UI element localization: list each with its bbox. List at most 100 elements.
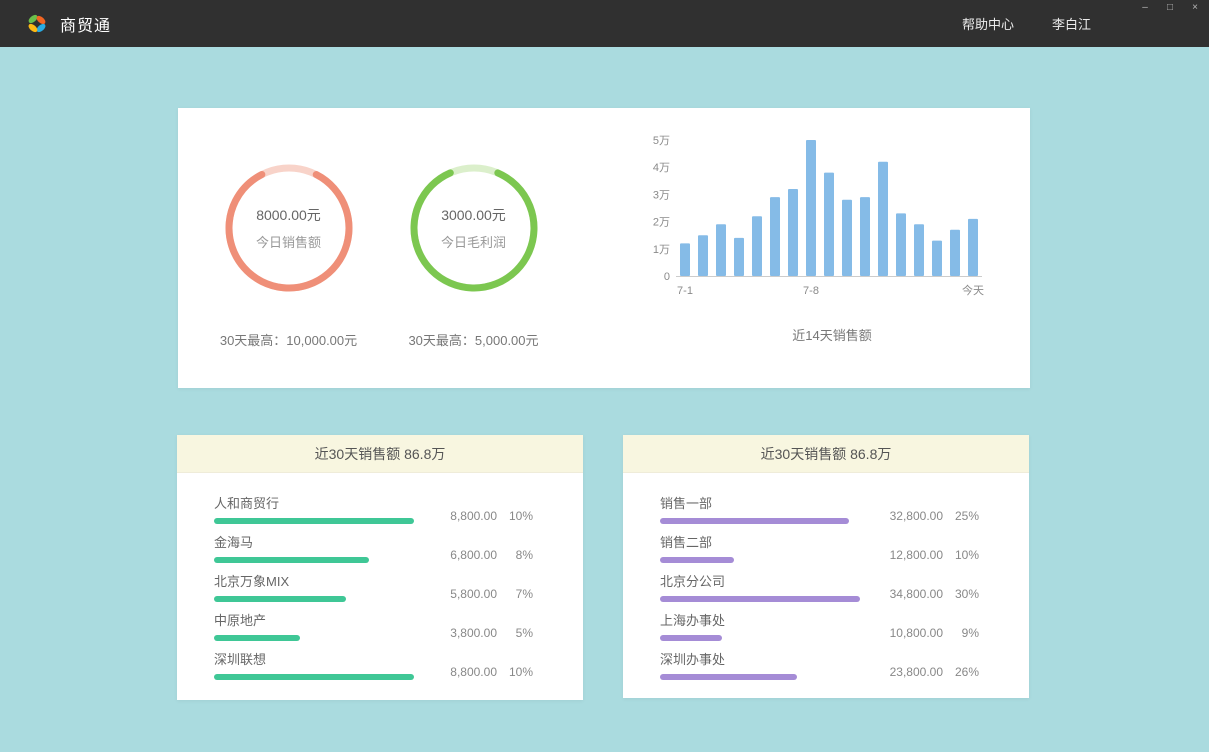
rank-value: 5,800.00 7%	[401, 587, 533, 602]
rank-label: 人和商贸行	[214, 495, 414, 512]
trend-bar	[734, 238, 744, 276]
rank-label: 北京分公司	[660, 573, 860, 590]
help-center-link[interactable]: 帮助中心	[962, 14, 1014, 33]
today-sales-value: 8000.00元	[256, 205, 321, 225]
overview-card: 8000.00元 今日销售额 30天最高：10,000.00元 3000.00元…	[178, 108, 1030, 388]
rank-amount: 12,800.00	[861, 548, 943, 562]
rank-amount: 23,800.00	[861, 665, 943, 679]
sales-trend-chart: 5万4万3万2万1万07-17-8今天	[636, 134, 988, 304]
trend-bar	[878, 162, 888, 276]
rank-bar	[214, 674, 414, 680]
rank-percent: 26%	[943, 665, 979, 679]
ranking-card-title: 近30天销售额 86.8万	[623, 435, 1029, 473]
rank-amount: 34,800.00	[874, 587, 943, 601]
rank-bar	[660, 674, 797, 680]
rank-label: 销售二部	[660, 534, 847, 551]
list-item: 上海办事处 10,800.00 9%	[660, 612, 979, 641]
rank-amount: 10,800.00	[861, 626, 943, 640]
titlebar: 商贸通 帮助中心 李白江 – □ ×	[0, 0, 1209, 47]
rank-value: 8,800.00 10%	[414, 665, 533, 680]
donut-center-text: 8000.00元 今日销售额	[219, 158, 359, 298]
today-profit-value: 3000.00元	[441, 205, 506, 225]
rank-bar	[660, 518, 849, 524]
rank-percent: 7%	[497, 587, 533, 601]
sales-trend-caption: 近14天销售额	[656, 325, 1008, 344]
rank-bar	[660, 596, 860, 602]
ranking-list: 销售一部 32,800.00 25% 销售二部 12,800.00 10% 北京…	[623, 473, 1029, 680]
close-icon[interactable]: ×	[1189, 2, 1201, 14]
customer-sales-ranking-card: 近30天销售额 86.8万 人和商贸行 8,800.00 10% 金海马 6,8…	[177, 435, 583, 700]
rank-label: 深圳联想	[214, 651, 414, 668]
list-item: 销售一部 32,800.00 25%	[660, 495, 979, 524]
trend-bar	[968, 219, 978, 276]
ranking-card-title: 近30天销售额 86.8万	[177, 435, 583, 473]
list-item: 销售二部 12,800.00 10%	[660, 534, 979, 563]
rank-percent: 10%	[497, 665, 533, 679]
user-menu[interactable]: 李白江	[1052, 14, 1091, 33]
trend-bar	[914, 224, 924, 276]
titlebar-menu: 帮助中心 李白江	[962, 14, 1209, 33]
rank-percent: 8%	[497, 548, 533, 562]
rank-percent: 10%	[943, 548, 979, 562]
ranking-list: 人和商贸行 8,800.00 10% 金海马 6,800.00 8% 北京万象M…	[177, 473, 583, 680]
list-item: 北京万象MIX 5,800.00 7%	[214, 573, 533, 602]
today-sales-donut-block: 8000.00元 今日销售额 30天最高：10,000.00元	[196, 158, 381, 388]
today-sales-max: 30天最高：10,000.00元	[196, 330, 381, 349]
rank-amount: 5,800.00	[415, 587, 497, 601]
rank-bar	[660, 557, 734, 563]
y-axis-tick-label: 1万	[653, 244, 670, 256]
rank-bar	[214, 557, 369, 563]
trend-bar	[698, 235, 708, 276]
donut-center-text: 3000.00元 今日毛利润	[404, 158, 544, 298]
y-axis-tick-label: 5万	[653, 135, 670, 147]
rank-value: 6,800.00 8%	[401, 548, 533, 563]
x-axis-tick-label: 今天	[962, 283, 984, 297]
trend-bar	[824, 173, 834, 276]
rank-bar	[214, 635, 300, 641]
minimize-icon[interactable]: –	[1139, 2, 1151, 14]
trend-bar	[716, 224, 726, 276]
today-profit-donut-chart: 3000.00元 今日毛利润	[404, 158, 544, 298]
list-item: 中原地产 3,800.00 5%	[214, 612, 533, 641]
rank-amount: 6,800.00	[415, 548, 497, 562]
today-profit-donut-block: 3000.00元 今日毛利润 30天最高：5,000.00元	[381, 158, 566, 388]
rank-amount: 8,800.00	[428, 665, 497, 679]
today-profit-label: 今日毛利润	[441, 232, 506, 251]
rank-value: 3,800.00 5%	[401, 626, 533, 641]
rank-value: 23,800.00 26%	[847, 665, 979, 680]
trend-bar	[752, 216, 762, 276]
trend-bar	[788, 189, 798, 276]
rank-bar	[214, 518, 414, 524]
rank-percent: 25%	[943, 509, 979, 523]
list-item: 金海马 6,800.00 8%	[214, 534, 533, 563]
rank-percent: 9%	[943, 626, 979, 640]
rank-percent: 10%	[497, 509, 533, 523]
rank-amount: 8,800.00	[428, 509, 497, 523]
list-item: 深圳联想 8,800.00 10%	[214, 651, 533, 680]
rank-percent: 30%	[943, 587, 979, 601]
maximize-icon[interactable]: □	[1164, 2, 1176, 14]
trend-bar	[806, 140, 816, 276]
rank-bar	[214, 596, 346, 602]
rank-percent: 5%	[497, 626, 533, 640]
dashboard: 8000.00元 今日销售额 30天最高：10,000.00元 3000.00元…	[0, 47, 1209, 752]
trend-bar	[770, 197, 780, 276]
rank-value: 10,800.00 9%	[847, 626, 979, 641]
app-title: 商贸通	[60, 12, 111, 36]
rank-value: 32,800.00 25%	[849, 509, 979, 524]
rank-value: 12,800.00 10%	[847, 548, 979, 563]
window-controls: – □ ×	[1139, 2, 1201, 14]
trend-bar	[860, 197, 870, 276]
sales-trend-block: 5万4万3万2万1万07-17-8今天 近14天销售额	[636, 134, 1030, 388]
y-axis-tick-label: 0	[664, 271, 670, 283]
today-sales-label: 今日销售额	[256, 232, 321, 251]
trend-bar	[950, 230, 960, 276]
list-item: 北京分公司 34,800.00 30%	[660, 573, 979, 602]
y-axis-tick-label: 4万	[653, 162, 670, 174]
trend-bar	[680, 243, 690, 276]
y-axis-tick-label: 3万	[653, 189, 670, 201]
today-sales-donut-chart: 8000.00元 今日销售额	[219, 158, 359, 298]
rank-value: 34,800.00 30%	[860, 587, 979, 602]
rank-amount: 32,800.00	[863, 509, 943, 523]
list-item: 深圳办事处 23,800.00 26%	[660, 651, 979, 680]
